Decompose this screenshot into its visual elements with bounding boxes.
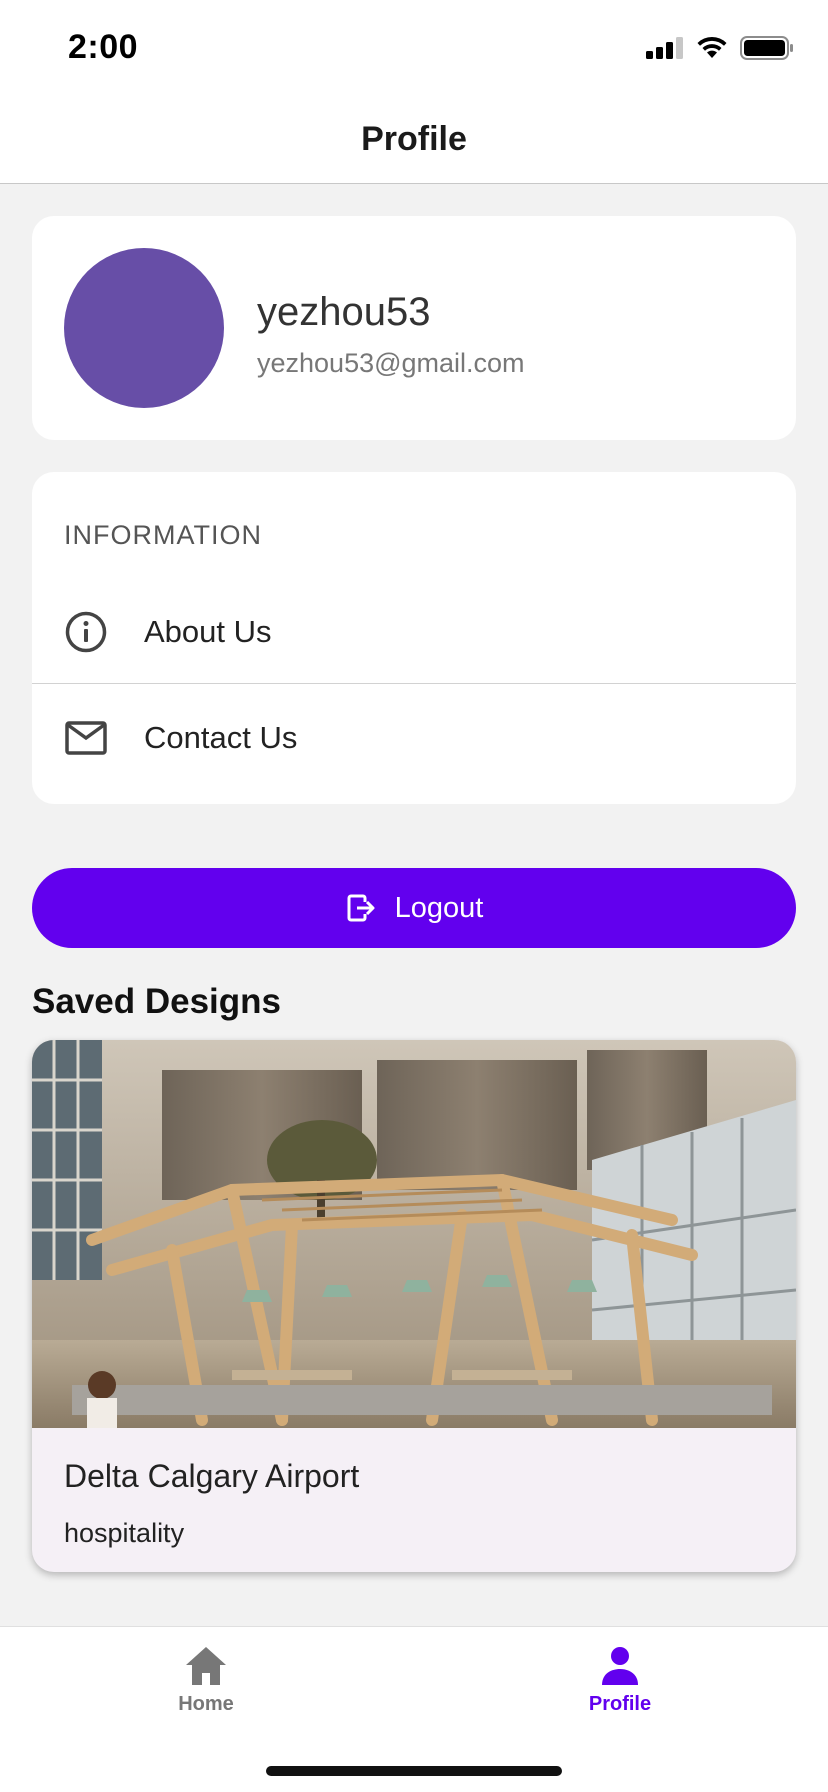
design-photo [32,1040,796,1428]
tab-profile-label: Profile [588,1693,652,1715]
design-category: hospitality [64,1518,185,1548]
logout-button[interactable]: Logout [32,868,796,948]
person-icon [602,1647,638,1685]
status-icons [646,36,794,60]
tab-profile[interactable]: Profile [520,1645,720,1735]
design-name: Delta Calgary Airport [64,1458,360,1494]
tab-home[interactable]: Home [106,1645,306,1735]
logout-label: Logout [394,891,484,924]
battery-icon [740,36,793,60]
cellular-signal-icon [646,37,683,59]
contact-us-row[interactable]: Contact Us [32,686,796,790]
home-icon [186,1647,226,1685]
saved-design-card[interactable]: Delta Calgary Airport hospitality [32,1040,796,1572]
username: yezhou53 [257,290,431,334]
tab-home-label: Home [178,1693,234,1715]
information-card: INFORMATION About Us Contact Us [32,472,796,804]
home-indicator [266,1766,562,1776]
information-heading: INFORMATION [64,520,262,550]
about-us-row[interactable]: About Us [32,580,796,684]
page-title: Profile [361,120,467,158]
info-icon [64,610,108,654]
status-bar: 2:00 [0,0,828,96]
about-us-label: About Us [144,613,272,649]
avatar[interactable] [64,248,224,408]
contact-us-label: Contact Us [144,720,298,755]
mail-icon [64,716,108,760]
user-email: yezhou53@gmail.com [257,348,525,378]
nav-header: Profile [0,96,828,184]
saved-designs-title: Saved Designs [32,982,281,1021]
profile-card: yezhou53 yezhou53@gmail.com [32,216,796,440]
wifi-icon [697,36,727,58]
status-time: 2:00 [68,28,139,66]
logout-icon [347,894,375,922]
